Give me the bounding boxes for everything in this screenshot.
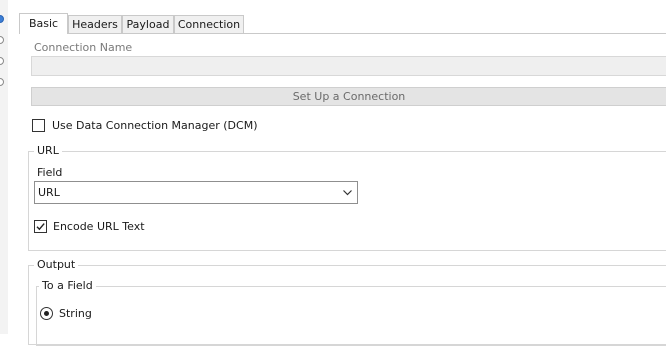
encode-url-label: Encode URL Text	[53, 220, 145, 233]
tab-bar: Basic Headers Payload Connection	[19, 13, 666, 34]
string-radio[interactable]	[40, 307, 53, 320]
field-label: Field	[37, 166, 63, 179]
tab-basic[interactable]: Basic	[19, 13, 68, 34]
to-a-field-group	[36, 286, 666, 346]
dcm-label: Use Data Connection Manager (DCM)	[52, 119, 258, 132]
output-group-title: Output	[34, 258, 79, 271]
field-dropdown[interactable]: URL	[34, 181, 358, 204]
field-dropdown-value: URL	[38, 186, 60, 199]
left-tool-strip	[0, 0, 8, 334]
connection-name-label: Connection Name	[34, 41, 133, 54]
dcm-checkbox[interactable]	[32, 119, 45, 132]
configuration-panel: Basic Headers Payload Connection Connect…	[19, 0, 666, 346]
tool-icon-active[interactable]	[0, 15, 4, 23]
chevron-down-icon	[342, 187, 353, 201]
radio-selected-dot	[44, 311, 49, 316]
to-a-field-title: To a Field	[39, 279, 96, 292]
checkmark-icon	[36, 223, 45, 231]
encode-url-checkbox[interactable]	[34, 220, 47, 233]
connection-name-field[interactable]	[31, 56, 666, 76]
tab-divider	[19, 33, 666, 34]
tool-icon[interactable]	[0, 57, 4, 65]
string-label: String	[59, 307, 92, 320]
tab-headers[interactable]: Headers	[68, 15, 122, 33]
tool-icon[interactable]	[0, 78, 4, 86]
tab-connection[interactable]: Connection	[174, 15, 244, 33]
set-up-connection-button[interactable]: Set Up a Connection	[31, 87, 666, 106]
tab-payload[interactable]: Payload	[122, 15, 174, 33]
tool-icon[interactable]	[0, 36, 4, 44]
url-group-title: URL	[34, 144, 62, 157]
